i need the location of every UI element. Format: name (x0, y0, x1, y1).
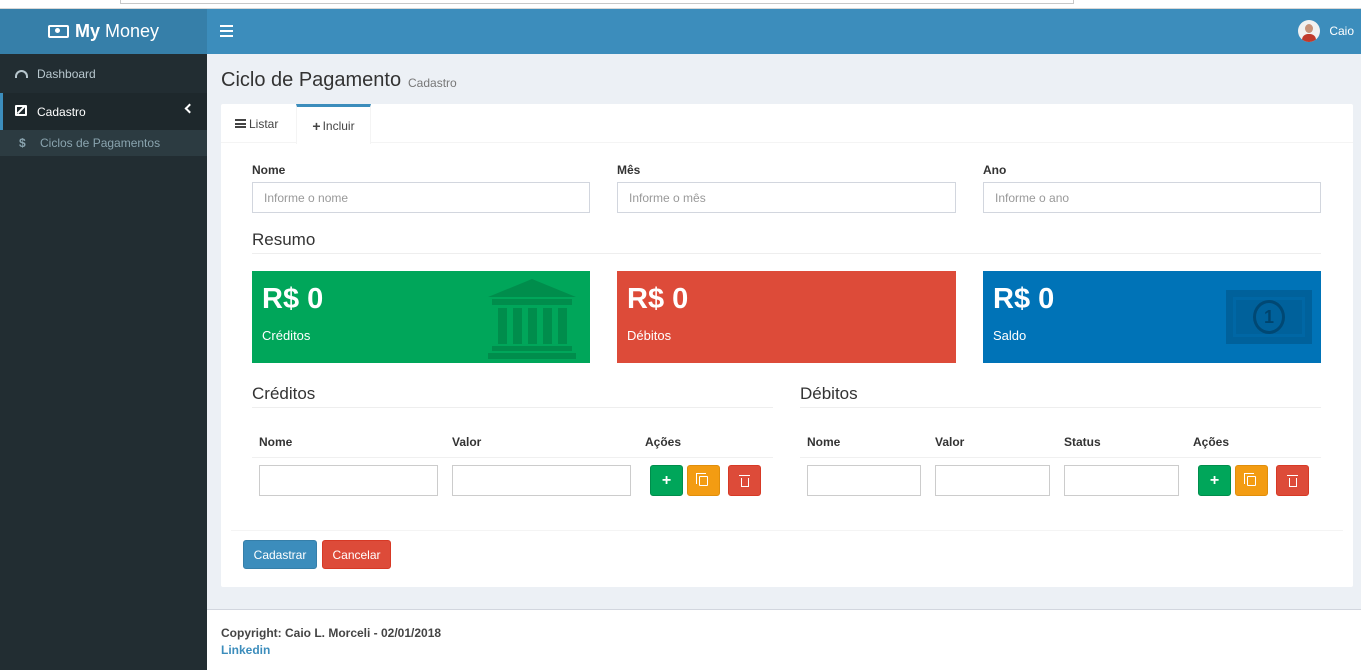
mes-label: Mês (617, 163, 641, 177)
tab-bar: Listar + Incluir (221, 104, 1353, 144)
debito-add-button[interactable]: + (1198, 465, 1231, 496)
copy-icon (1244, 472, 1256, 486)
edit-icon (15, 105, 27, 116)
creditos-heading: Créditos (252, 384, 773, 408)
card-value: R$ 0 (627, 283, 689, 315)
page-subtitle: Cadastro (408, 76, 457, 90)
sidebar-item-label: Dashboard (37, 67, 96, 81)
creditos-col-valor: Valor (452, 435, 482, 449)
debitos-col-valor: Valor (935, 435, 965, 449)
nome-input[interactable] (252, 182, 590, 213)
ano-label: Ano (983, 163, 1007, 177)
sidebar-subitem-ciclos[interactable]: $ Ciclos de Pagamentos (0, 130, 207, 156)
credito-clone-button[interactable] (687, 465, 720, 496)
cadastrar-button[interactable]: Cadastrar (243, 540, 317, 569)
trash-icon (1286, 474, 1298, 487)
card-label: Créditos (262, 328, 311, 343)
credito-add-button[interactable]: + (650, 465, 683, 496)
creditos-col-nome: Nome (259, 435, 293, 449)
app-logo[interactable]: My Money (0, 9, 207, 54)
ano-input[interactable] (983, 182, 1321, 213)
debito-delete-button[interactable] (1276, 465, 1309, 496)
plus-icon: + (1209, 471, 1220, 489)
credito-nome-input[interactable] (259, 465, 438, 496)
card-label: Saldo (993, 328, 1027, 343)
debitos-col-status: Status (1064, 435, 1101, 449)
creditos-summary-card: R$ 0 Créditos (252, 271, 590, 363)
list-icon (235, 119, 246, 128)
table-divider (252, 457, 773, 458)
user-menu[interactable]: Caio (1298, 20, 1354, 42)
debito-valor-input[interactable] (935, 465, 1050, 496)
debito-status-input[interactable] (1064, 465, 1179, 496)
sidebar-item-cadastro[interactable]: Cadastro (0, 93, 207, 131)
logo-text: Money (104, 21, 160, 41)
debitos-heading: Débitos (800, 384, 1321, 408)
tab-incluir[interactable]: + Incluir (296, 104, 371, 144)
content-box: Listar + Incluir Nome Mês Ano Resumo R$ … (221, 104, 1353, 587)
trash-icon (738, 474, 750, 487)
card-label: Débitos (627, 328, 672, 343)
address-bar[interactable] (120, 0, 1074, 4)
tab-listar[interactable]: Listar (235, 104, 278, 143)
chevron-left-icon (184, 103, 195, 114)
debitos-summary-card: R$ 0 Débitos (617, 271, 956, 363)
saldo-summary-card: R$ 0 Saldo 1 (983, 271, 1321, 363)
sidebar-item-dashboard[interactable]: Dashboard (0, 55, 207, 93)
user-name: Caio (1329, 24, 1354, 38)
bank-icon (488, 279, 576, 361)
dollar-icon: $ (19, 136, 26, 150)
linkedin-link[interactable]: Linkedin (221, 643, 270, 657)
dashboard-icon (15, 70, 28, 78)
sidebar-item-label: Cadastro (37, 105, 86, 119)
box-footer-divider (231, 530, 1343, 531)
logo-bold: My (74, 21, 100, 41)
copyright-text: Copyright: Caio L. Morceli - 02/01/2018 (221, 626, 442, 640)
card-value: R$ 0 (262, 283, 324, 315)
top-navbar: Caio (207, 9, 1361, 54)
sidebar: Dashboard Cadastro $ Ciclos de Pagamento… (0, 54, 207, 670)
table-divider (800, 457, 1321, 458)
debitos-col-nome: Nome (807, 435, 841, 449)
avatar (1298, 20, 1321, 42)
credito-valor-input[interactable] (452, 465, 631, 496)
money-icon: 1 (1226, 290, 1312, 344)
card-value: R$ 0 (993, 283, 1055, 315)
copy-icon (696, 472, 708, 486)
nome-label: Nome (252, 163, 286, 177)
creditos-col-acoes: Ações (645, 435, 682, 449)
mes-input[interactable] (617, 182, 956, 213)
sidebar-toggle-icon[interactable] (220, 25, 233, 37)
plus-icon: + (312, 117, 321, 134)
resumo-heading: Resumo (252, 230, 1321, 254)
sidebar-subitem-label: Ciclos de Pagamentos (40, 136, 161, 150)
debito-nome-input[interactable] (807, 465, 921, 496)
tab-label: Listar (249, 116, 279, 131)
debito-clone-button[interactable] (1235, 465, 1268, 496)
page-title: Ciclo de Pagamento (221, 69, 402, 91)
browser-strip (0, 0, 1361, 9)
money-icon (47, 25, 69, 38)
plus-icon: + (661, 471, 672, 489)
credito-delete-button[interactable] (728, 465, 761, 496)
debitos-col-acoes: Ações (1193, 435, 1230, 449)
cancelar-button[interactable]: Cancelar (322, 540, 391, 569)
tab-label: Incluir (322, 118, 355, 133)
page-footer: Copyright: Caio L. Morceli - 02/01/2018 … (207, 609, 1361, 670)
